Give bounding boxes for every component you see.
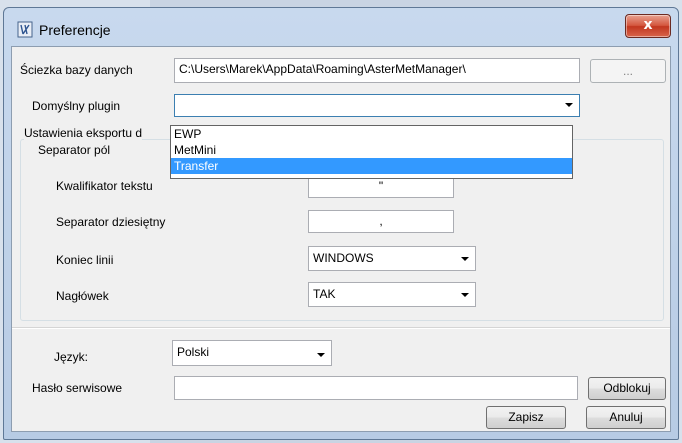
plugin-option[interactable]: Transfer <box>171 158 572 174</box>
header-select[interactable]: TAK <box>308 282 476 307</box>
app-icon <box>17 21 33 38</box>
chevron-down-icon <box>565 103 573 107</box>
plugin-option[interactable]: EWP <box>171 126 572 142</box>
chevron-down-icon <box>461 257 469 261</box>
default-plugin-label: Domyślny plugin <box>32 99 121 113</box>
export-settings-label: Ustawienia eksportu d <box>24 126 143 140</box>
preferences-dialog: Preferencje x Ściezka bazy danych C:\Use… <box>3 7 679 440</box>
save-button[interactable]: Zapisz <box>486 406 566 429</box>
line-end-label: Koniec linii <box>56 253 114 267</box>
language-label: Język: <box>54 350 89 364</box>
database-path-field[interactable]: C:\Users\Marek\AppData\Roaming\AsterMetM… <box>174 58 580 83</box>
plugin-option[interactable]: MetMini <box>171 142 572 158</box>
header-label: Nagłówek <box>56 289 109 303</box>
title-bar[interactable]: Preferencje x <box>4 8 678 46</box>
unlock-button[interactable]: Odblokuj <box>588 377 666 400</box>
cancel-button[interactable]: Anuluj <box>586 406 666 429</box>
dialog-body: Ściezka bazy danych C:\Users\Marek\AppDa… <box>11 46 671 432</box>
line-end-value: WINDOWS <box>313 251 374 265</box>
service-password-field[interactable] <box>174 376 578 400</box>
divider <box>12 327 670 329</box>
close-icon: x <box>643 17 653 33</box>
text-qualifier-label: Kwalifikator tekstu <box>56 179 153 193</box>
field-separator-label: Separator pól <box>38 143 111 157</box>
chevron-down-icon <box>461 293 469 297</box>
database-path-label: Ściezka bazy danych <box>20 63 133 77</box>
line-end-select[interactable]: WINDOWS <box>308 246 476 271</box>
language-value: Polski <box>177 345 210 359</box>
service-password-label: Hasło serwisowe <box>32 381 123 395</box>
chevron-down-icon <box>317 353 325 357</box>
decimal-separator-field[interactable]: , <box>308 210 454 233</box>
default-plugin-dropdown-list: EWP MetMini Transfer <box>170 125 573 179</box>
language-select[interactable]: Polski <box>172 340 332 366</box>
default-plugin-select[interactable] <box>174 94 580 117</box>
decimal-separator-value: , <box>379 214 383 228</box>
dialog-title: Preferencje <box>39 22 111 38</box>
header-value: TAK <box>313 287 336 301</box>
close-button[interactable]: x <box>625 14 671 38</box>
decimal-separator-label: Separator dziesiętny <box>56 215 166 229</box>
browse-button[interactable]: ... <box>590 59 666 83</box>
text-qualifier-value: " <box>378 179 384 193</box>
